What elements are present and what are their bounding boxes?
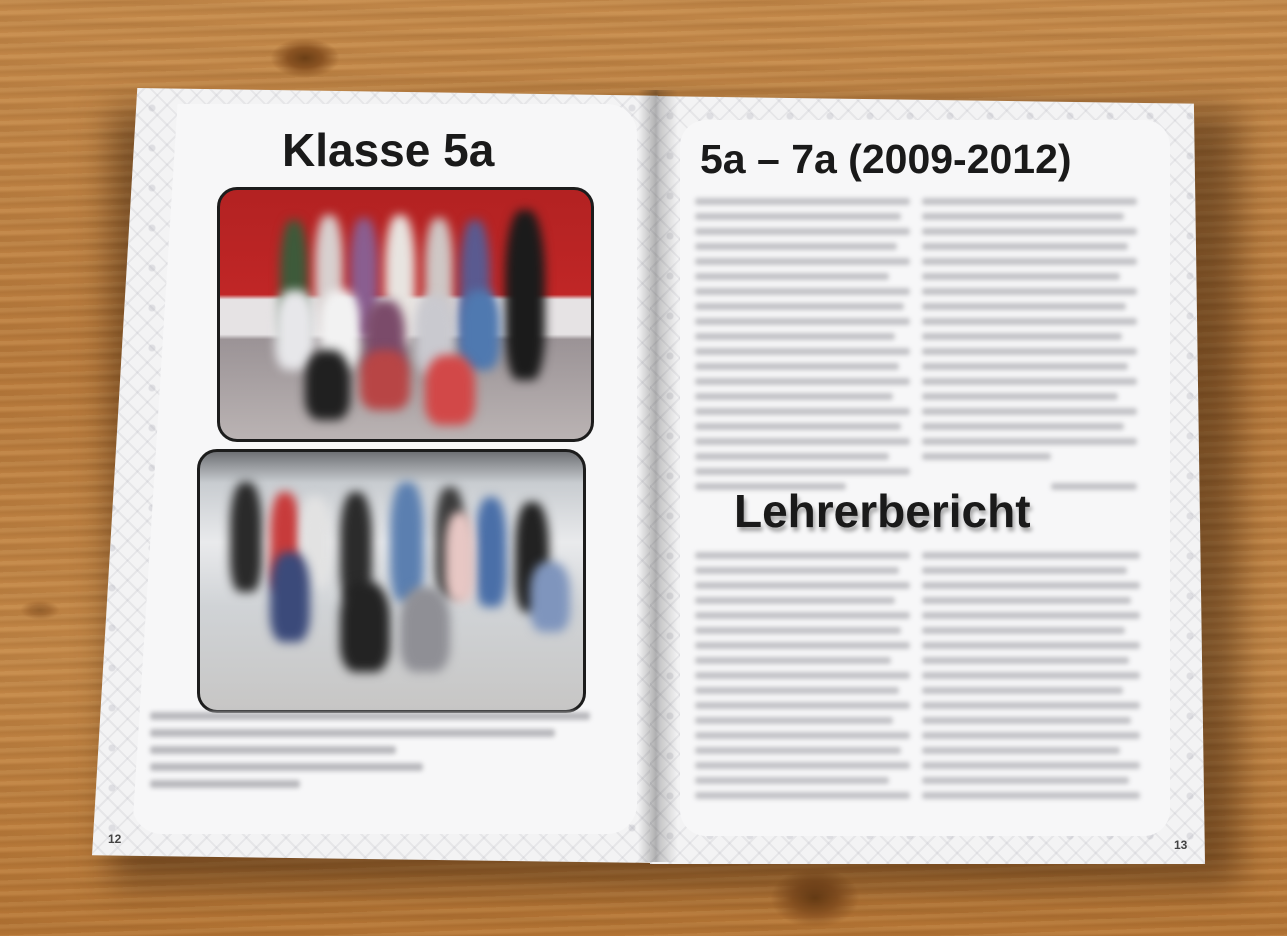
report-column-2-blurred [922,552,1140,807]
photo-caption-blurred [150,712,590,797]
article-column-2-blurred [922,198,1137,498]
class-title: Klasse 5a [282,124,495,176]
section-heading: Lehrerbericht [734,485,1031,537]
class-photo-hall [197,449,586,713]
report-column-1-blurred [695,552,910,807]
wood-knot [270,38,340,78]
class-photo-red-backdrop [217,187,594,442]
page-number-right: 13 [1174,838,1188,852]
book-gutter [638,90,678,862]
page-number-left: 12 [108,832,122,846]
period-title: 5a – 7a (2009-2012) [700,136,1072,182]
article-column-1-blurred [695,198,910,498]
wood-knot [20,600,60,620]
